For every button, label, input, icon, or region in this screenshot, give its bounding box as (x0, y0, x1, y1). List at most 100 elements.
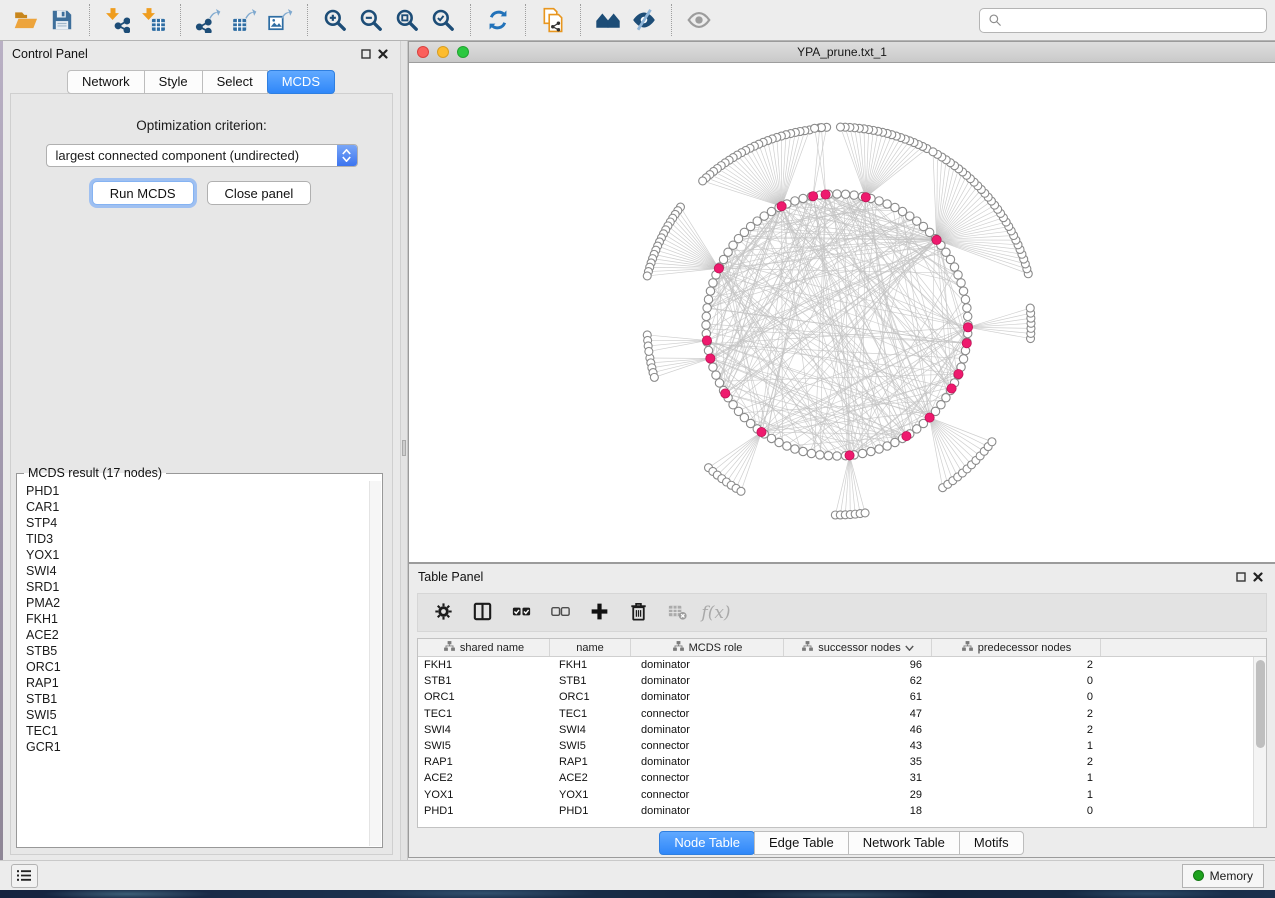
export-network-button[interactable] (190, 3, 226, 37)
network-canvas[interactable] (409, 63, 1275, 562)
mcds-result-node[interactable]: CAR1 (26, 499, 369, 515)
delete-button[interactable] (626, 601, 650, 625)
dominator-node[interactable] (757, 427, 766, 436)
table-row[interactable]: SWI5SWI5connector431 (418, 738, 1253, 754)
tab-mcds[interactable]: MCDS (267, 70, 335, 94)
mcds-result-node[interactable]: YOX1 (26, 547, 369, 563)
task-history-button[interactable] (11, 864, 38, 888)
table-scrollbar-thumb[interactable] (1256, 660, 1265, 748)
dominator-node[interactable] (714, 264, 723, 273)
dominator-node[interactable] (925, 413, 934, 422)
tab-network-table[interactable]: Network Table (848, 831, 960, 855)
hide-details-icon (631, 7, 657, 33)
binoculars-button[interactable] (590, 3, 626, 37)
mcds-result-node[interactable]: PMA2 (26, 595, 369, 611)
column-header-name[interactable]: name (550, 639, 631, 656)
dominator-node[interactable] (821, 190, 830, 199)
mcds-result-node[interactable]: SWI4 (26, 563, 369, 579)
show-graphics-button[interactable] (681, 3, 717, 37)
mcds-result-node[interactable]: SRD1 (26, 579, 369, 595)
float-table-panel-icon[interactable] (1232, 569, 1249, 586)
column-chooser-button[interactable] (470, 601, 494, 625)
mcds-result-node[interactable]: TID3 (26, 531, 369, 547)
table-row[interactable]: ACE2ACE2connector311 (418, 770, 1253, 786)
mcds-result-node[interactable]: STB5 (26, 643, 369, 659)
mcds-result-node[interactable]: STB1 (26, 691, 369, 707)
table-row[interactable]: TEC1TEC1connector472 (418, 706, 1253, 722)
table-row[interactable]: PHD1PHD1dominator180 (418, 803, 1253, 819)
dominator-node[interactable] (861, 193, 870, 202)
tab-motifs[interactable]: Motifs (959, 831, 1024, 855)
float-panel-icon[interactable] (357, 46, 374, 63)
mcds-result-node[interactable]: GCR1 (26, 739, 369, 755)
zoom-fit-button[interactable] (389, 3, 425, 37)
search-field[interactable] (979, 8, 1267, 33)
table-row[interactable]: RAP1RAP1dominator352 (418, 754, 1253, 770)
dominator-node[interactable] (932, 235, 941, 244)
select-all-button[interactable] (509, 601, 533, 625)
dominator-node[interactable] (702, 336, 711, 345)
mcds-result-node[interactable]: ACE2 (26, 627, 369, 643)
dominator-node[interactable] (963, 323, 972, 332)
table-scrollbar[interactable] (1253, 657, 1266, 827)
tab-style[interactable]: Style (144, 70, 203, 94)
memory-button[interactable]: Memory (1182, 864, 1264, 888)
dominator-node[interactable] (777, 202, 786, 211)
tab-network[interactable]: Network (67, 70, 145, 94)
zoom-in-button[interactable] (317, 3, 353, 37)
zoom-out-button[interactable] (353, 3, 389, 37)
mcds-result-node[interactable]: PHD1 (26, 483, 369, 499)
dominator-node[interactable] (954, 369, 963, 378)
open-folder-button[interactable] (8, 3, 44, 37)
mcds-result-node[interactable]: SWI5 (26, 707, 369, 723)
optimization-criterion-select[interactable]: largest connected component (undirected) (46, 144, 358, 167)
refresh-button[interactable] (480, 3, 516, 37)
save-button[interactable] (44, 3, 80, 37)
table-row[interactable]: FKH1FKH1dominator962 (418, 657, 1253, 673)
import-table-button[interactable] (135, 3, 171, 37)
column-header-MCDS-role[interactable]: MCDS role (631, 639, 784, 656)
dominator-node[interactable] (721, 389, 730, 398)
deselect-all-button[interactable] (548, 601, 572, 625)
table-row[interactable]: SWI4SWI4dominator462 (418, 722, 1253, 738)
close-panel-button[interactable]: Close panel (207, 181, 312, 205)
dominator-node[interactable] (947, 384, 956, 393)
vertical-splitter[interactable] (400, 41, 408, 860)
column-header-successor-nodes[interactable]: successor nodes (784, 639, 932, 656)
import-network-button[interactable] (99, 3, 135, 37)
table-row[interactable]: ORC1ORC1dominator610 (418, 689, 1253, 705)
mcds-result-node[interactable]: ORC1 (26, 659, 369, 675)
splitter-grip[interactable] (402, 440, 406, 456)
mcds-result-node[interactable]: FKH1 (26, 611, 369, 627)
mcds-result-node[interactable]: TEC1 (26, 723, 369, 739)
table-cell: connector (631, 772, 784, 784)
export-image-button[interactable] (262, 3, 298, 37)
mcds-result-node[interactable]: STP4 (26, 515, 369, 531)
table-row[interactable]: YOX1YOX1connector291 (418, 787, 1253, 803)
export-table-button[interactable] (226, 3, 262, 37)
mcds-result-node[interactable]: RAP1 (26, 675, 369, 691)
dominator-node[interactable] (706, 354, 715, 363)
zoom-selected-button[interactable] (425, 3, 461, 37)
hide-details-button[interactable] (626, 3, 662, 37)
shared-column-icon (961, 640, 974, 656)
dominator-node[interactable] (902, 431, 911, 440)
mcds-result-scrollbar[interactable] (369, 481, 381, 846)
dominator-node[interactable] (809, 192, 818, 201)
search-input[interactable] (1008, 13, 1258, 27)
close-table-panel-icon[interactable] (1249, 569, 1266, 586)
clone-network-button[interactable] (535, 3, 571, 37)
table-row[interactable]: STB1STB1dominator620 (418, 673, 1253, 689)
column-header-predecessor-nodes[interactable]: predecessor nodes (932, 639, 1101, 656)
tab-node-table[interactable]: Node Table (659, 831, 755, 855)
tab-edge-table[interactable]: Edge Table (754, 831, 849, 855)
column-header-shared-name[interactable]: shared name (418, 639, 550, 656)
dominator-node[interactable] (962, 339, 971, 348)
dominator-node[interactable] (845, 451, 854, 460)
add-column-button[interactable] (587, 601, 611, 625)
tab-select[interactable]: Select (202, 70, 268, 94)
run-mcds-button[interactable]: Run MCDS (92, 181, 194, 205)
table-cell: ACE2 (418, 772, 550, 784)
settings-gear-button[interactable] (431, 601, 455, 625)
close-panel-icon[interactable] (374, 46, 391, 63)
